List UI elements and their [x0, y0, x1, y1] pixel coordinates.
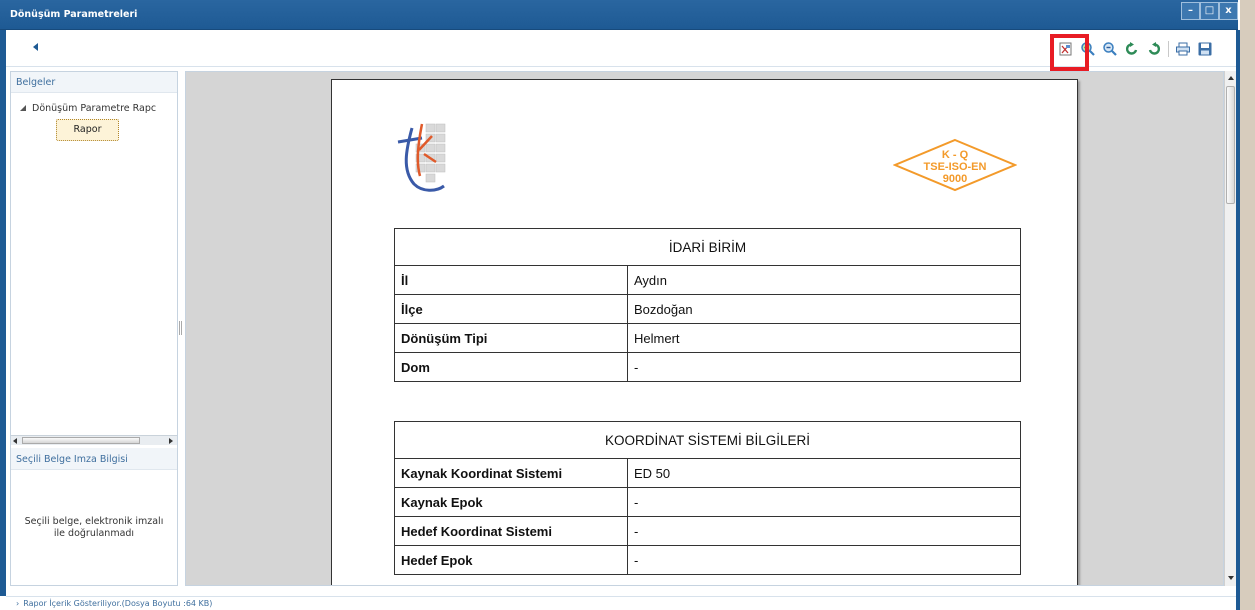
scroll-right-arrow-icon[interactable]: [169, 438, 173, 444]
splitter-grip-icon[interactable]: [179, 321, 182, 335]
table-row: İl Aydın: [394, 265, 1021, 295]
table-row: Dom -: [394, 352, 1021, 382]
tree-item-rapor[interactable]: Rapor: [56, 119, 119, 141]
rotate-left-icon[interactable]: [1124, 41, 1140, 57]
admin-key-il: İl: [394, 265, 628, 295]
document-viewer: K - Q TSE-ISO-EN 9000 İDARİ BİRİM İl Aydı…: [185, 71, 1224, 586]
admin-key-tip: Dönüşüm Tipi: [394, 323, 628, 353]
coord-table-title: KOORDİNAT SİSTEMİ BİLGİLERİ: [394, 421, 1021, 459]
maximize-button[interactable]: □: [1200, 2, 1219, 20]
coord-value-source-epoch: -: [627, 487, 1021, 517]
admin-unit-table: İDARİ BİRİM İl Aydın İlçe Bozdoğan Dönüşüm…: [394, 228, 1021, 382]
admin-value-il: Aydın: [627, 265, 1021, 295]
coord-value-source: ED 50: [627, 458, 1021, 488]
coord-value-target-epoch: -: [627, 545, 1021, 575]
tk-logo: [392, 120, 472, 199]
table-header-row: İDARİ BİRİM: [394, 228, 1021, 266]
signature-header: Seçili Belge Imza Bilgisi: [11, 448, 177, 470]
back-arrow-icon[interactable]: [33, 43, 38, 51]
rotate-right-icon[interactable]: [1146, 41, 1162, 57]
admin-value-ilce: Bozdoğan: [627, 294, 1021, 324]
admin-key-dom: Dom: [394, 352, 628, 382]
title-bar: Dönüşüm Parametreleri – □ x: [0, 0, 1238, 30]
status-bar: › Rapor İçerik Gösteriliyor.(Dosya Boyutu…: [6, 596, 1236, 610]
scroll-down-arrow-icon[interactable]: [1228, 576, 1234, 580]
table-row: Kaynak Koordinat Sistemi ED 50: [394, 458, 1021, 488]
coord-value-target: -: [627, 516, 1021, 546]
status-arrow-icon: ›: [16, 599, 20, 608]
tree-root-label: Dönüşüm Parametre Rapc: [32, 103, 157, 114]
table-header-row: KOORDİNAT SİSTEMİ BİLGİLERİ: [394, 421, 1021, 459]
coordinate-system-table: KOORDİNAT SİSTEMİ BİLGİLERİ Kaynak Koord…: [394, 421, 1021, 575]
coord-key-target: Hedef Koordinat Sistemi: [394, 516, 628, 546]
scroll-left-arrow-icon[interactable]: [13, 438, 17, 444]
vertical-scrollbar[interactable]: [1224, 71, 1236, 586]
table-row: İlçe Bozdoğan: [394, 294, 1021, 324]
zoom-out-icon[interactable]: [1102, 41, 1118, 57]
admin-value-dom: -: [627, 352, 1021, 382]
document-page: K - Q TSE-ISO-EN 9000 İDARİ BİRİM İl Aydı…: [331, 79, 1078, 585]
window-border-right: [1236, 30, 1240, 610]
table-row: Hedef Epok -: [394, 545, 1021, 575]
desktop-background-edge: [1240, 0, 1255, 610]
save-icon[interactable]: [1197, 41, 1213, 57]
coord-key-target-epoch: Hedef Epok: [394, 545, 628, 575]
highlight-box: [1050, 34, 1089, 71]
window-title: Dönüşüm Parametreleri: [10, 9, 138, 20]
collapse-triangle-icon[interactable]: [20, 105, 26, 111]
coord-key-source: Kaynak Koordinat Sistemi: [394, 458, 628, 488]
print-icon[interactable]: [1175, 41, 1191, 57]
signature-status-line1: Seçili belge, elektronik imzalı: [24, 516, 164, 527]
horizontal-scrollbar[interactable]: [11, 435, 177, 445]
window-border-left: [0, 30, 6, 596]
app-window: Dönüşüm Parametreleri – □ x Belgeler Dön…: [0, 0, 1255, 610]
table-row: Dönüşüm Tipi Helmert: [394, 323, 1021, 353]
logo-text-9000: 9000: [943, 173, 967, 185]
close-button[interactable]: x: [1219, 2, 1238, 20]
signature-status-line2: ile doğrulanmadı: [53, 528, 135, 539]
coord-key-source-epoch: Kaynak Epok: [394, 487, 628, 517]
scroll-up-arrow-icon[interactable]: [1228, 76, 1234, 80]
table-row: Hedef Koordinat Sistemi -: [394, 516, 1021, 546]
scroll-thumb[interactable]: [1226, 86, 1235, 204]
toolbar-separator: [1168, 41, 1169, 57]
window-controls: – □ x: [1181, 2, 1238, 20]
signature-status: Seçili belge, elektronik imzalı ile doğr…: [11, 516, 177, 540]
minimize-button[interactable]: –: [1181, 2, 1200, 20]
documents-header: Belgeler: [11, 72, 177, 93]
tse-iso-logo: K - Q TSE-ISO-EN 9000: [892, 138, 1018, 196]
tree-item-root[interactable]: Dönüşüm Parametre Rapc: [20, 103, 156, 114]
status-text: Rapor İçerik Gösteriliyor.(Dosya Boyutu …: [23, 599, 213, 608]
table-row: Kaynak Epok -: [394, 487, 1021, 517]
admin-value-tip: Helmert: [627, 323, 1021, 353]
documents-panel: Belgeler Dönüşüm Parametre Rapc Rapor Se…: [10, 71, 178, 586]
logo-text-kq: K - Q: [942, 149, 969, 161]
scroll-thumb[interactable]: [22, 437, 140, 444]
admin-table-title: İDARİ BİRİM: [394, 228, 1021, 266]
panel-splitter[interactable]: [178, 71, 185, 586]
admin-key-ilce: İlçe: [394, 294, 628, 324]
logo-text-tse: TSE-ISO-EN: [924, 161, 987, 173]
